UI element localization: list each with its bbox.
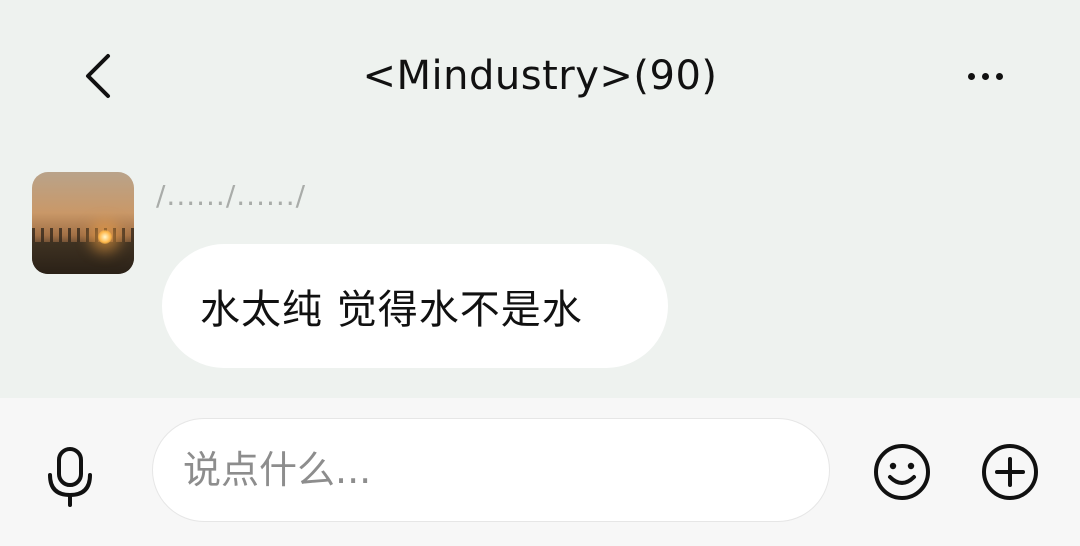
chat-header: <Mindustry>(90)	[0, 0, 1080, 150]
more-horizontal-icon-dot-2	[981, 72, 989, 80]
input-bar	[0, 398, 1080, 546]
more-horizontal-icon-dot-3	[995, 72, 1003, 80]
chevron-left-icon	[86, 54, 110, 98]
avatar-sun	[98, 230, 112, 244]
more-horizontal-icon-dot-1	[967, 72, 975, 80]
avatar-ground	[32, 242, 134, 274]
sender-avatar[interactable]	[32, 172, 134, 274]
plus-circle-icon	[982, 444, 1038, 500]
emoji-button[interactable]	[872, 442, 932, 502]
chat-screen: <Mindustry>(90) /....../....../ 水太纯 觉得水不…	[0, 0, 1080, 546]
chat-title: <Mindustry>(90)	[362, 53, 718, 99]
add-attachment-button[interactable]	[980, 442, 1040, 502]
smiley-icon	[874, 444, 930, 500]
microphone-icon	[48, 447, 92, 507]
more-options-button[interactable]	[950, 50, 1020, 102]
message-input[interactable]	[152, 418, 830, 522]
message-text: 水太纯 觉得水不是水	[200, 287, 583, 333]
voice-input-button[interactable]	[38, 442, 102, 512]
message-bubble[interactable]: 水太纯 觉得水不是水	[162, 244, 668, 368]
sender-name: /....../....../	[156, 179, 307, 212]
back-button[interactable]	[68, 44, 128, 108]
